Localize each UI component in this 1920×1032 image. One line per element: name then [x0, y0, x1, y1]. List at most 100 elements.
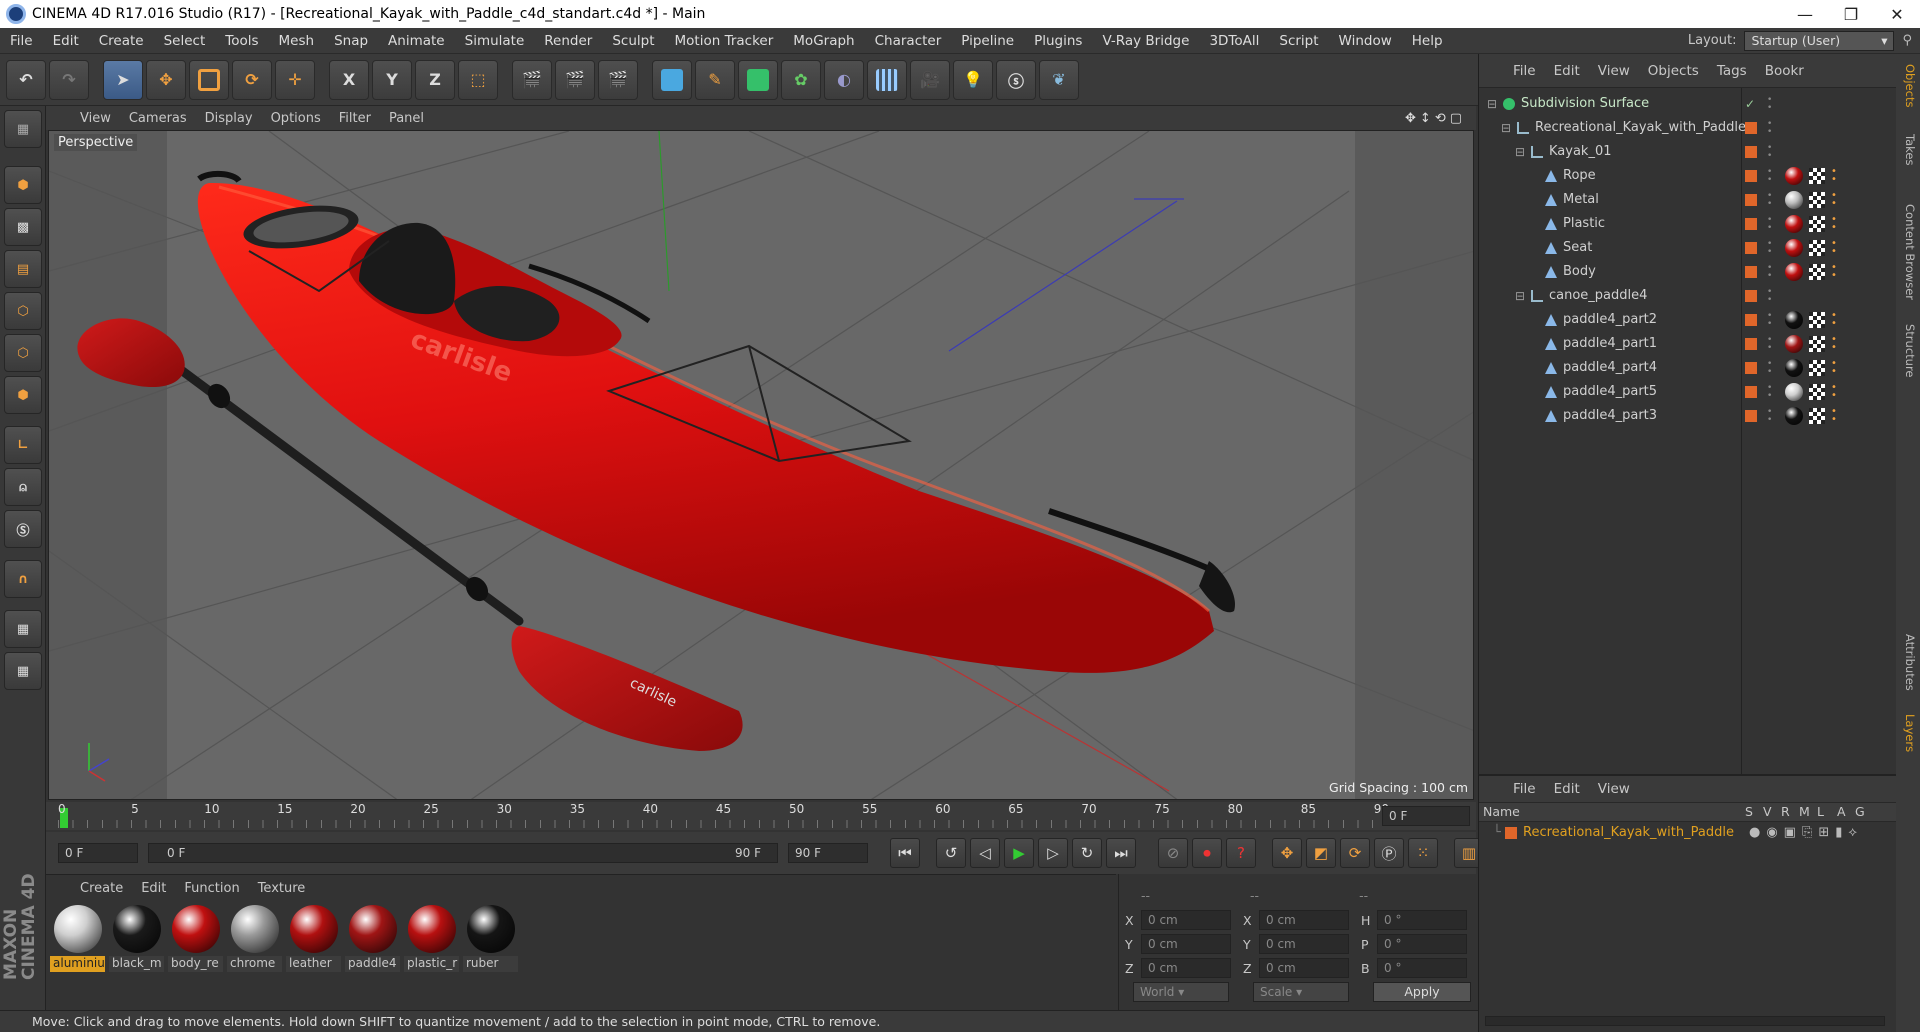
menu-file[interactable]: File: [0, 33, 43, 49]
layer-menu-file[interactable]: File: [1513, 781, 1536, 797]
render-view-button[interactable]: 🎬: [512, 59, 552, 100]
object-row[interactable]: ⊟ Recreational_Kayak_with_Paddle • •: [1479, 116, 1897, 140]
coord-value-field[interactable]: 0 cm: [1259, 934, 1349, 954]
material-swatch[interactable]: paddle4: [345, 903, 400, 975]
key-scale-button[interactable]: ◩: [1306, 838, 1336, 868]
layer-color-swatch[interactable]: [1745, 290, 1757, 302]
menu-3dtoall[interactable]: 3DToAll: [1199, 33, 1269, 49]
apply-button[interactable]: Apply: [1373, 982, 1471, 1002]
menu-sculpt[interactable]: Sculpt: [602, 33, 664, 49]
layer-color-swatch[interactable]: [1745, 146, 1757, 158]
coord-value-field[interactable]: 0 °: [1377, 910, 1467, 930]
material-menu-texture[interactable]: Texture: [258, 881, 306, 901]
material-tag-icon[interactable]: [1785, 335, 1803, 353]
polygons-mode-button[interactable]: ⬢: [4, 376, 42, 414]
material-swatch[interactable]: chrome: [227, 903, 282, 975]
menu-create[interactable]: Create: [89, 33, 154, 49]
coord-value-field[interactable]: 0 cm: [1259, 958, 1349, 978]
uvw-tag-icon[interactable]: [1809, 192, 1825, 208]
uvw-tag-icon[interactable]: [1809, 168, 1825, 184]
object-row[interactable]: paddle4_part5 • • • •: [1479, 380, 1897, 404]
layer-column-header[interactable]: V: [1763, 803, 1772, 821]
key-rotation-button[interactable]: ⟳: [1340, 838, 1370, 868]
uvw-tag-icon[interactable]: [1809, 384, 1825, 400]
material-swatch[interactable]: aluminiu: [50, 903, 105, 975]
layer-color-swatch[interactable]: [1745, 362, 1757, 374]
layer-column-header[interactable]: L: [1817, 803, 1824, 821]
scale-tool-button[interactable]: [189, 59, 229, 100]
visibility-dots-icon[interactable]: • •: [1767, 408, 1772, 425]
material-menu-create[interactable]: Create: [80, 881, 123, 901]
menu-edit[interactable]: Edit: [43, 33, 89, 49]
selection-tag-icon[interactable]: • •: [1831, 407, 1839, 425]
subdivision-button[interactable]: [738, 59, 778, 100]
render-picture-viewer-button[interactable]: 🎬: [555, 59, 595, 100]
scale-dropdown[interactable]: Scale ▾: [1253, 982, 1349, 1002]
selection-tag-icon[interactable]: • •: [1831, 335, 1839, 353]
array-button[interactable]: ✿: [781, 59, 821, 100]
deformer-button[interactable]: ◐: [824, 59, 864, 100]
layer-column-header[interactable]: G: [1855, 803, 1865, 821]
render-settings-button[interactable]: 🎬: [598, 59, 638, 100]
selection-tag-icon[interactable]: • •: [1831, 359, 1839, 377]
menu-tools[interactable]: Tools: [215, 33, 268, 49]
menu-v-ray-bridge[interactable]: V-Ray Bridge: [1092, 33, 1199, 49]
material-tag-icon[interactable]: [1785, 263, 1803, 281]
layer-column-header[interactable]: R: [1781, 803, 1790, 821]
layout-dropdown[interactable]: Startup (User) ▾: [1744, 30, 1895, 51]
play-button[interactable]: ▶: [1004, 838, 1034, 868]
visibility-dots-icon[interactable]: • •: [1767, 240, 1772, 257]
workplane-mode-button[interactable]: ▤: [4, 250, 42, 288]
go-to-end-button[interactable]: ⏭: [1106, 838, 1136, 868]
menu-simulate[interactable]: Simulate: [455, 33, 535, 49]
cube-button[interactable]: [652, 59, 692, 100]
layer-menu-view[interactable]: View: [1598, 781, 1630, 797]
python-button[interactable]: ❦: [1039, 59, 1079, 100]
move-tool-button[interactable]: ✥: [146, 59, 186, 100]
key-pla-button[interactable]: ⁙: [1408, 838, 1438, 868]
menu-help[interactable]: Help: [1402, 33, 1453, 49]
object-row[interactable]: Metal • • • •: [1479, 188, 1897, 212]
go-to-start-button[interactable]: ⏮: [890, 838, 920, 868]
uvw-tag-icon[interactable]: [1809, 240, 1825, 256]
search-icon[interactable]: ⚲: [1902, 33, 1912, 48]
material-tag-icon[interactable]: [1785, 215, 1803, 233]
expand-toggle-icon[interactable]: ⊟: [1515, 140, 1525, 164]
menu-script[interactable]: Script: [1269, 33, 1328, 49]
previous-key-button[interactable]: ↺: [936, 838, 966, 868]
world-dropdown[interactable]: World ▾: [1133, 982, 1229, 1002]
redo-button[interactable]: ↷: [49, 59, 89, 100]
layer-column-header[interactable]: S: [1745, 803, 1753, 821]
layer-color-swatch[interactable]: [1745, 314, 1757, 326]
material-menu-edit[interactable]: Edit: [141, 881, 166, 901]
tab-objects[interactable]: Objects: [1899, 64, 1917, 107]
layer-column-header[interactable]: Name: [1483, 803, 1520, 821]
object-menu-objects[interactable]: Objects: [1648, 63, 1699, 79]
planar-workplane-button[interactable]: ▦: [4, 652, 42, 690]
viewport-menu-view[interactable]: View: [80, 111, 111, 126]
object-menu-file[interactable]: File: [1513, 63, 1536, 79]
visibility-dots-icon[interactable]: • •: [1767, 312, 1772, 329]
model-mode-button[interactable]: ⬢: [4, 166, 42, 204]
menu-snap[interactable]: Snap: [324, 33, 378, 49]
viewport-menu-filter[interactable]: Filter: [339, 111, 371, 126]
uvw-tag-icon[interactable]: [1809, 360, 1825, 376]
menu-mograph[interactable]: MoGraph: [783, 33, 864, 49]
material-tag-icon[interactable]: [1785, 167, 1803, 185]
floor-button[interactable]: [867, 59, 907, 100]
selection-tag-icon[interactable]: • •: [1831, 263, 1839, 281]
coordinate-system-button[interactable]: ⬚: [458, 59, 498, 100]
material-tag-icon[interactable]: [1785, 311, 1803, 329]
layer-scrollbar[interactable]: [1485, 1016, 1885, 1026]
tab-takes[interactable]: Takes: [1899, 134, 1917, 166]
visibility-dots-icon[interactable]: • •: [1767, 216, 1772, 233]
selection-tag-icon[interactable]: • •: [1831, 191, 1839, 209]
coord-value-field[interactable]: 0 cm: [1141, 934, 1231, 954]
timeline-ruler[interactable]: 051015202530354045505560657075808590 0 F: [46, 802, 1476, 830]
object-menu-bookmarks[interactable]: Bookr: [1765, 63, 1804, 79]
menu-animate[interactable]: Animate: [378, 33, 455, 49]
maximize-button[interactable]: ❐: [1828, 5, 1874, 24]
material-swatch[interactable]: ruber: [463, 903, 518, 975]
viewport-menu-display[interactable]: Display: [205, 111, 253, 126]
material-swatch[interactable]: body_re: [168, 903, 223, 975]
